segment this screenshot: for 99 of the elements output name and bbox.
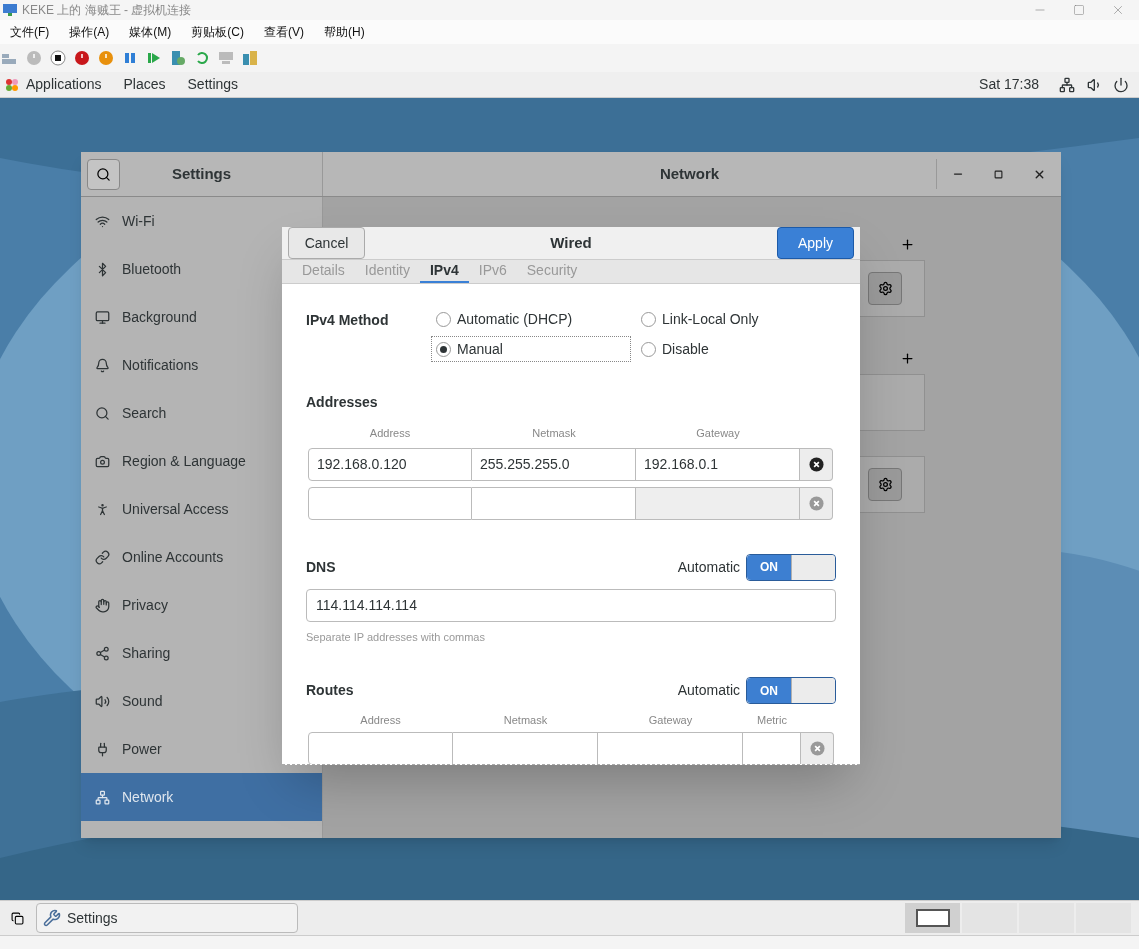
gateway-field[interactable]	[598, 731, 743, 764]
power-icon[interactable]	[74, 50, 90, 66]
toggle-switch[interactable]: ON	[746, 677, 836, 704]
cancel-button[interactable]: Cancel	[288, 227, 365, 259]
gear-icon	[877, 281, 893, 296]
column-header: Address	[368, 426, 412, 441]
menu-item[interactable]: 媒体(M)	[129, 23, 172, 41]
bell-icon	[95, 357, 110, 373]
monitor-icon	[2, 3, 18, 17]
automatic-label: Automatic	[677, 681, 740, 700]
address-field[interactable]	[308, 486, 472, 520]
address-field[interactable]: 192.168.0.120	[308, 447, 472, 481]
stop-icon[interactable]	[50, 50, 66, 66]
menu-item[interactable]: 帮助(H)	[324, 23, 365, 41]
window-title: KEKE 上的 海贼王 - 虚拟机连接	[22, 2, 192, 19]
play-icon[interactable]	[146, 50, 162, 66]
section-title: DNS	[306, 557, 337, 577]
menu-item[interactable]: 剪贴板(C)	[191, 23, 244, 41]
netmask-field[interactable]	[472, 486, 636, 520]
camera-icon	[95, 453, 110, 469]
hand-icon	[95, 597, 110, 613]
gateway-field[interactable]: 192.168.0.1	[636, 447, 800, 481]
sidebar-item[interactable]: Notifications	[81, 341, 281, 389]
computer-icon[interactable]	[218, 50, 234, 66]
column-header: Netmask	[531, 426, 577, 441]
column-header: Gateway	[647, 713, 694, 728]
netmask-field[interactable]	[453, 731, 598, 764]
settings-button[interactable]	[868, 468, 902, 501]
sidebar-item[interactable]: Search	[81, 389, 281, 437]
dns-field[interactable]: 114.114.114.114	[306, 588, 836, 622]
sidebar-item[interactable]: Sound	[81, 677, 281, 725]
share-icon	[95, 645, 110, 661]
top-bar-menu[interactable]: Applications	[26, 74, 102, 95]
remove-icon	[809, 740, 825, 756]
sidebar-item[interactable]: Power	[81, 725, 281, 773]
menu-item[interactable]: 文件(F)	[10, 23, 50, 41]
pause-icon[interactable]	[122, 50, 138, 66]
address-field[interactable]	[308, 731, 453, 764]
add-icon[interactable]	[900, 351, 915, 366]
toggle-switch[interactable]: ON	[746, 553, 836, 581]
netmask-field[interactable]: 255.255.255.0	[472, 447, 636, 481]
column-header: Metric	[756, 713, 788, 728]
sidebar-title: Settings	[170, 163, 233, 184]
window-button[interactable]: Settings	[36, 903, 298, 933]
network-icon[interactable]	[1059, 76, 1075, 93]
remove-icon	[808, 495, 824, 511]
sidebar-item[interactable]: Sharing	[81, 629, 281, 677]
sidebar-item[interactable]: Universal Access	[81, 485, 281, 533]
workspace[interactable]	[905, 903, 960, 933]
tab[interactable]: IPv4	[419, 260, 469, 283]
maximize-icon[interactable]	[994, 169, 1003, 179]
apply-button[interactable]: Apply	[777, 227, 854, 259]
menu-item[interactable]: 查看(V)	[264, 23, 304, 41]
sidebar-item[interactable]: Background	[81, 293, 281, 341]
column-header: Gateway	[695, 426, 741, 441]
top-bar-menu[interactable]: Places	[123, 74, 166, 95]
menu-item[interactable]: 操作(A)	[69, 23, 110, 41]
undo-icon[interactable]	[194, 50, 210, 66]
radio-option[interactable]: Automatic (DHCP)	[431, 306, 636, 332]
automatic-label: Automatic	[677, 557, 740, 577]
radio-option[interactable]: Manual	[431, 336, 631, 362]
add-icon[interactable]	[900, 237, 915, 252]
sidebar-item[interactable]: Bluetooth	[81, 245, 281, 293]
power-icon[interactable]	[1113, 76, 1129, 93]
sidebar-item[interactable]: Privacy	[81, 581, 281, 629]
sidebar-item[interactable]: Region & Language	[81, 437, 281, 485]
dialog-title: Wired	[549, 232, 593, 253]
clock[interactable]: Sat 17:38	[979, 74, 1039, 95]
remove-icon	[808, 456, 824, 472]
flower-icon	[4, 76, 20, 93]
top-bar-menu[interactable]: Settings	[187, 74, 239, 95]
column-header: Address	[359, 713, 402, 728]
monitor-icon	[95, 309, 110, 325]
link-icon	[95, 549, 110, 565]
remove-button[interactable]	[800, 447, 833, 481]
field-label: IPv4 Method	[306, 311, 390, 330]
search-icon	[96, 166, 111, 182]
gear-icon	[877, 477, 893, 492]
search-button[interactable]	[87, 158, 120, 190]
sidebar-item[interactable]: Online Accounts	[81, 533, 281, 581]
radio-option[interactable]: Disable	[636, 336, 836, 362]
radio-option[interactable]: Link-Local Only	[636, 306, 836, 332]
gateway-field[interactable]	[636, 486, 800, 520]
person-icon	[95, 501, 110, 517]
search-icon	[95, 405, 110, 421]
column-header: Netmask	[502, 713, 549, 728]
section-title: Addresses	[306, 393, 379, 412]
panel-title: Network	[658, 163, 721, 184]
section-title: Routes	[306, 681, 355, 700]
plug-icon	[95, 741, 110, 757]
windows-icon	[10, 911, 24, 925]
settings-button[interactable]	[868, 272, 902, 305]
sidebar-item[interactable]: Wi-Fi	[81, 197, 281, 245]
speaker-icon	[95, 693, 110, 709]
sidebar-item[interactable]: Network	[81, 773, 322, 821]
wrench-icon	[43, 909, 61, 927]
wifi-icon	[95, 213, 110, 229]
hint-text: Separate IP addresses with commas	[306, 629, 486, 645]
network-icon	[95, 789, 110, 805]
